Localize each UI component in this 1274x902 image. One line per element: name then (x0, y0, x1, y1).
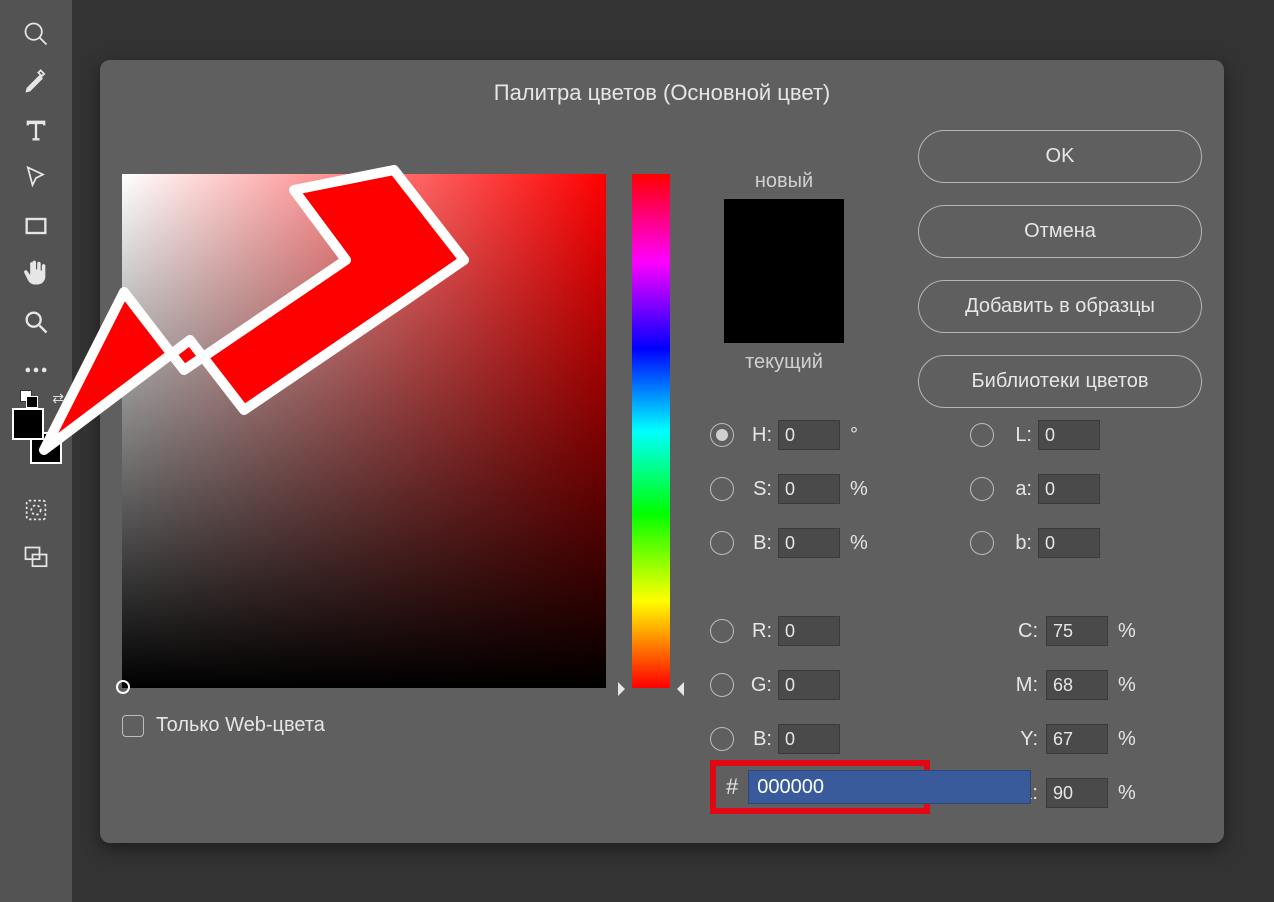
b-lab-input[interactable] (1038, 528, 1100, 558)
g-label: G: (744, 674, 772, 697)
color-picker-dialog: Палитра цветов (Основной цвет) новый тек… (100, 60, 1224, 843)
default-colors-icon[interactable] (18, 388, 38, 408)
r-input[interactable] (778, 616, 840, 646)
b-lab-radio[interactable] (970, 531, 994, 555)
new-color-swatch[interactable] (724, 199, 844, 271)
g-input[interactable] (778, 670, 840, 700)
brightness-radio[interactable] (710, 531, 734, 555)
Y-input[interactable] (1046, 724, 1108, 754)
tools-toolbar: ⇄ (0, 0, 72, 902)
b-rgb-label: B: (744, 728, 772, 751)
color-preview: новый текущий (724, 170, 844, 374)
s-input[interactable] (778, 474, 840, 504)
b-rgb-input[interactable] (778, 724, 840, 754)
magnifier-tool-icon[interactable] (12, 298, 60, 346)
hex-hash-label: # (726, 774, 738, 800)
a-radio[interactable] (970, 477, 994, 501)
add-swatch-button[interactable]: Добавить в образцы (918, 280, 1202, 333)
more-tools-icon[interactable] (12, 346, 60, 394)
C-label: C: (1004, 620, 1038, 643)
K-unit: % (1118, 782, 1138, 805)
cancel-button[interactable]: Отмена (918, 205, 1202, 258)
s-label: S: (744, 478, 772, 501)
M-input[interactable] (1046, 670, 1108, 700)
a-input[interactable] (1038, 474, 1100, 504)
shape-rect-tool-icon[interactable] (12, 202, 60, 250)
M-unit: % (1118, 674, 1138, 697)
current-color-label: текущий (724, 351, 844, 374)
screen-mode-icon[interactable] (12, 534, 60, 582)
h-input[interactable] (778, 420, 840, 450)
h-label: H: (744, 424, 772, 447)
color-field-marker (116, 680, 130, 694)
current-color-swatch[interactable] (724, 271, 844, 343)
s-unit: % (850, 478, 870, 501)
Y-label: Y: (1004, 728, 1038, 751)
foreground-color-swatch[interactable] (12, 408, 44, 440)
pen-tool-icon[interactable] (12, 58, 60, 106)
b-lab-label: b: (1004, 532, 1032, 555)
r-radio[interactable] (710, 619, 734, 643)
C-unit: % (1118, 620, 1138, 643)
L-radio[interactable] (970, 423, 994, 447)
C-input[interactable] (1046, 616, 1108, 646)
web-only-checkbox[interactable] (122, 715, 144, 737)
color-field[interactable] (122, 174, 606, 688)
r-label: R: (744, 620, 772, 643)
saturation-radio[interactable] (710, 477, 734, 501)
type-tool-icon[interactable] (12, 106, 60, 154)
zoom-tool-icon[interactable] (12, 10, 60, 58)
hue-radio[interactable] (710, 423, 734, 447)
b-hsb-label: B: (744, 532, 772, 555)
dialog-content: новый текущий OK Отмена Добавить в образ… (100, 120, 1224, 843)
hand-tool-icon[interactable] (12, 250, 60, 298)
new-color-label: новый (724, 170, 844, 193)
b-rgb-radio[interactable] (710, 727, 734, 751)
hue-slider[interactable] (632, 174, 670, 688)
dialog-buttons: OK Отмена Добавить в образцы Библиотеки … (918, 130, 1202, 408)
b-hsb-unit: % (850, 532, 870, 555)
h-unit: ° (850, 424, 870, 447)
web-only-label: Только Web-цвета (156, 714, 325, 737)
L-input[interactable] (1038, 420, 1100, 450)
K-input[interactable] (1046, 778, 1108, 808)
a-label: a: (1004, 478, 1032, 501)
g-radio[interactable] (710, 673, 734, 697)
swap-colors-icon[interactable]: ⇄ (52, 390, 64, 407)
M-label: M: (1004, 674, 1038, 697)
quick-mask-icon[interactable] (12, 486, 60, 534)
direct-select-tool-icon[interactable] (12, 154, 60, 202)
Y-unit: % (1118, 728, 1138, 751)
b-hsb-input[interactable] (778, 528, 840, 558)
color-libraries-button[interactable]: Библиотеки цветов (918, 355, 1202, 408)
dialog-title: Палитра цветов (Основной цвет) (100, 80, 1224, 106)
color-swatches[interactable]: ⇄ (8, 408, 64, 464)
hex-input[interactable] (748, 770, 1031, 804)
L-label: L: (1004, 424, 1032, 447)
hex-field-highlight: # (710, 760, 930, 814)
ok-button[interactable]: OK (918, 130, 1202, 183)
web-only-row: Только Web-цвета (122, 714, 325, 737)
